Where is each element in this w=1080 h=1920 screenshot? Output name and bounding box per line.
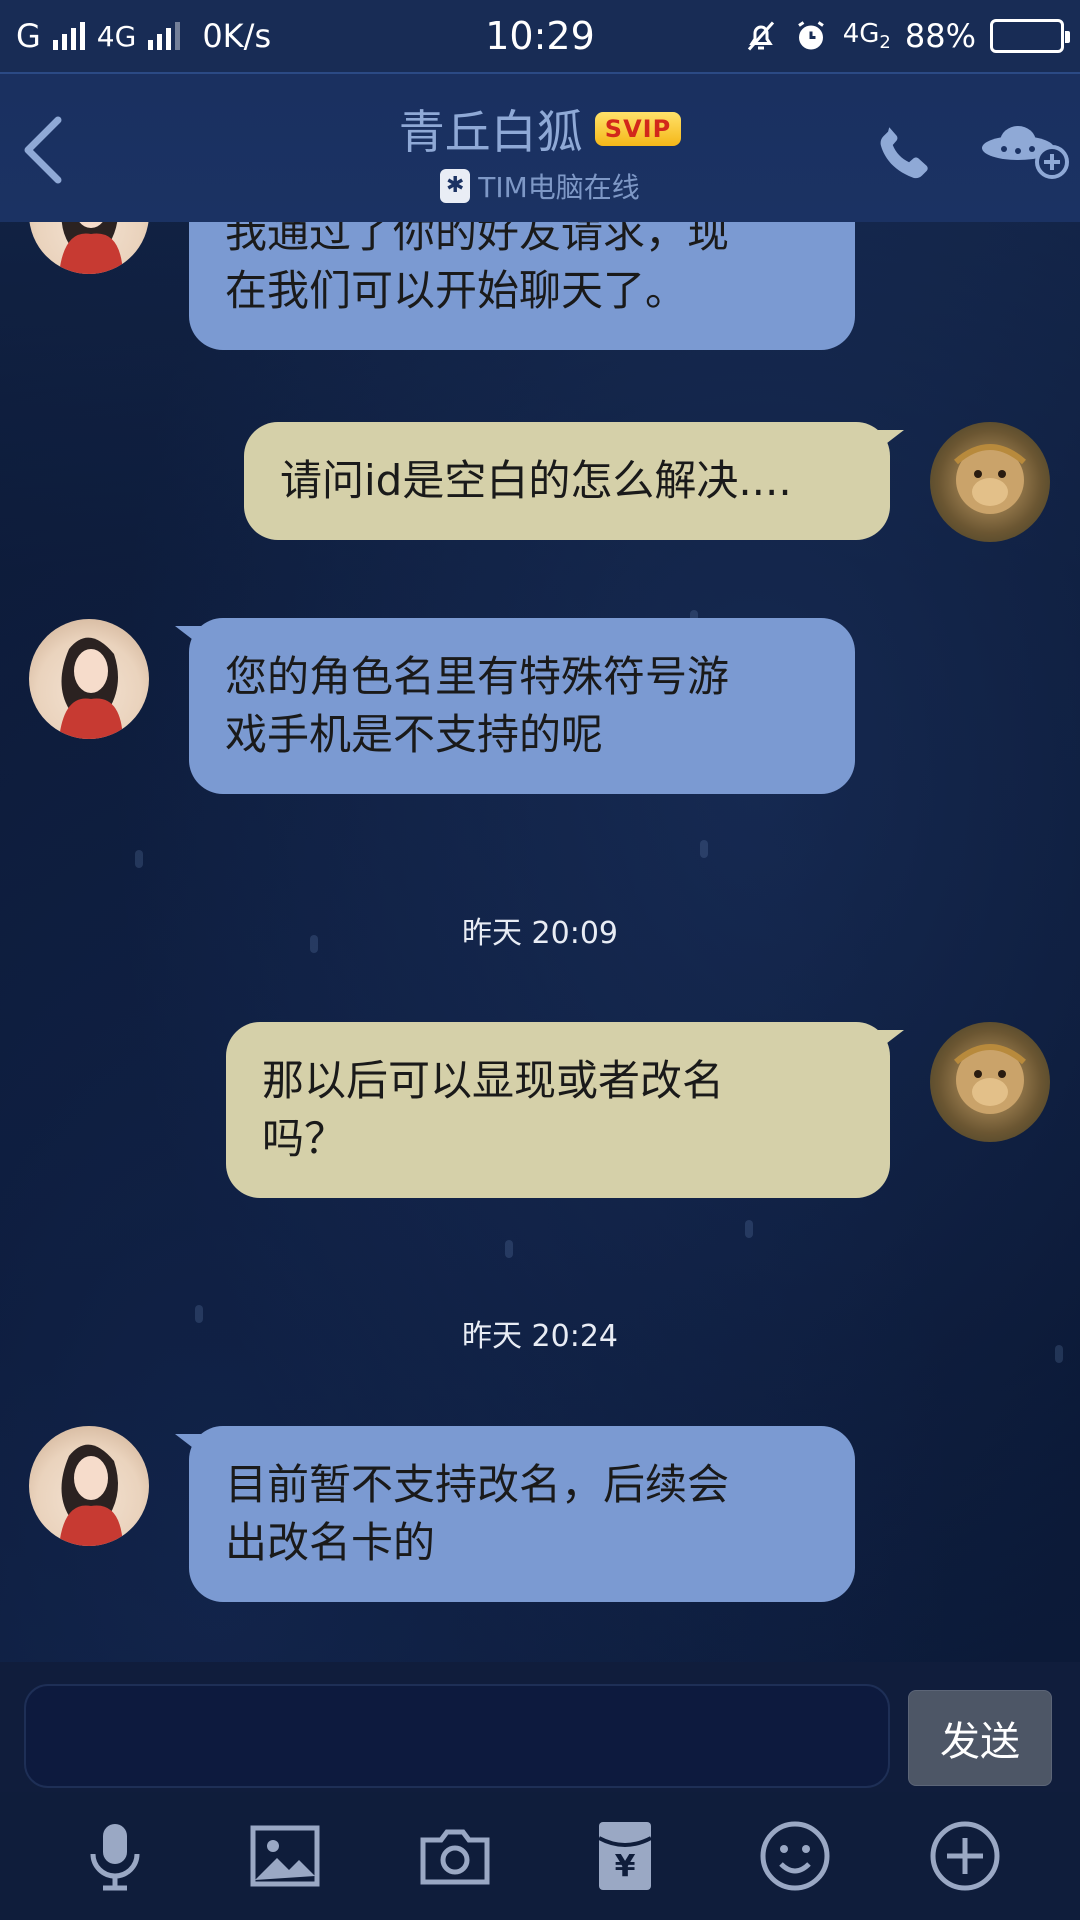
red-packet-button[interactable]: ¥ [580, 1811, 670, 1901]
online-status: TIM电脑在线 [478, 171, 640, 204]
message-bubble-incoming[interactable]: 目前暂不支持改名，后续会 出改名卡的 [175, 1426, 855, 1602]
message-text: 戏手机是不支持的呢 [225, 710, 604, 759]
message-bubble-outgoing[interactable]: 那以后可以显现或者改名 吗？ [226, 1022, 904, 1198]
more-button[interactable] [920, 1811, 1010, 1901]
message-list[interactable]: 我通过了你的好友请求，现 在我们可以开始聊天了。 请问id是空白的怎么解决...… [0, 222, 1080, 1662]
message-bubble-incoming[interactable]: 我通过了你的好友请求，现 在我们可以开始聊天了。 [189, 222, 855, 350]
user-avatar[interactable] [930, 1022, 1050, 1142]
microphone-icon [90, 1824, 140, 1891]
user-avatar[interactable] [930, 422, 1050, 542]
emoji-button[interactable] [750, 1811, 840, 1901]
message-text: 在我们可以开始聊天了。 [225, 266, 688, 315]
message-bubble-outgoing[interactable]: 请问id是空白的怎么解决.... [244, 422, 904, 540]
chat-header: 青丘白狐 SVIP ✱ TIM电脑在线 [0, 72, 1080, 222]
mute-bell-icon [747, 21, 774, 51]
send-button[interactable]: 发送 [908, 1690, 1052, 1786]
alarm-icon [797, 21, 824, 50]
contact-avatar[interactable] [29, 1426, 149, 1546]
image-button[interactable] [240, 1811, 330, 1901]
contact-name[interactable]: 青丘白狐 [399, 96, 583, 162]
message-timestamp: 昨天 20:09 [462, 916, 618, 951]
voice-button[interactable] [70, 1811, 160, 1901]
signal-icon [52, 22, 85, 50]
carrier-2: 4G [96, 19, 137, 53]
red-packet-icon: ¥ [598, 1822, 652, 1890]
plus-icon [930, 1821, 1000, 1891]
input-toolbar: ¥ [0, 1792, 1080, 1920]
message-text: 您的角色名里有特殊符号游 [225, 652, 730, 701]
message-text: 那以后可以显现或者改名 [262, 1056, 725, 1105]
signal-icon-2 [148, 22, 181, 50]
svg-text:¥: ¥ [615, 1849, 636, 1884]
message-text: 吗？ [262, 1114, 347, 1163]
more-options-button[interactable] [980, 114, 1070, 184]
camera-icon [420, 1829, 490, 1885]
network-type: 4G2 [842, 18, 891, 54]
message-input[interactable] [24, 1684, 890, 1788]
battery-icon [990, 19, 1070, 53]
status-bar: G 4G 0K/s 10:29 4G2 88% [0, 0, 1080, 72]
message-text: 我通过了你的好友请求，现 [225, 222, 730, 257]
phone-icon [880, 127, 928, 179]
ufo-add-icon [982, 126, 1069, 179]
svip-badge: SVIP [594, 112, 682, 146]
battery-percent: 88% [904, 17, 976, 55]
message-text: 请问id是空白的怎么解决.... [280, 456, 792, 505]
contact-avatar[interactable] [29, 222, 149, 274]
clock: 10:29 [485, 14, 595, 58]
message-bubble-incoming[interactable]: 您的角色名里有特殊符号游 戏手机是不支持的呢 [175, 618, 855, 794]
carrier-1: G [16, 17, 41, 55]
message-text: 出改名卡的 [225, 1518, 436, 1567]
image-icon [250, 1825, 320, 1887]
message-timestamp: 昨天 20:24 [462, 1319, 618, 1354]
contact-avatar[interactable] [29, 619, 149, 739]
message-input-bar: 发送 [0, 1662, 1080, 1792]
message-text: 目前暂不支持改名，后续会 [225, 1460, 730, 1509]
emoji-icon [760, 1821, 830, 1891]
tim-icon: ✱ [440, 169, 471, 203]
camera-button[interactable] [410, 1811, 500, 1901]
call-button[interactable] [870, 112, 940, 192]
network-speed: 0K/s [202, 17, 272, 55]
